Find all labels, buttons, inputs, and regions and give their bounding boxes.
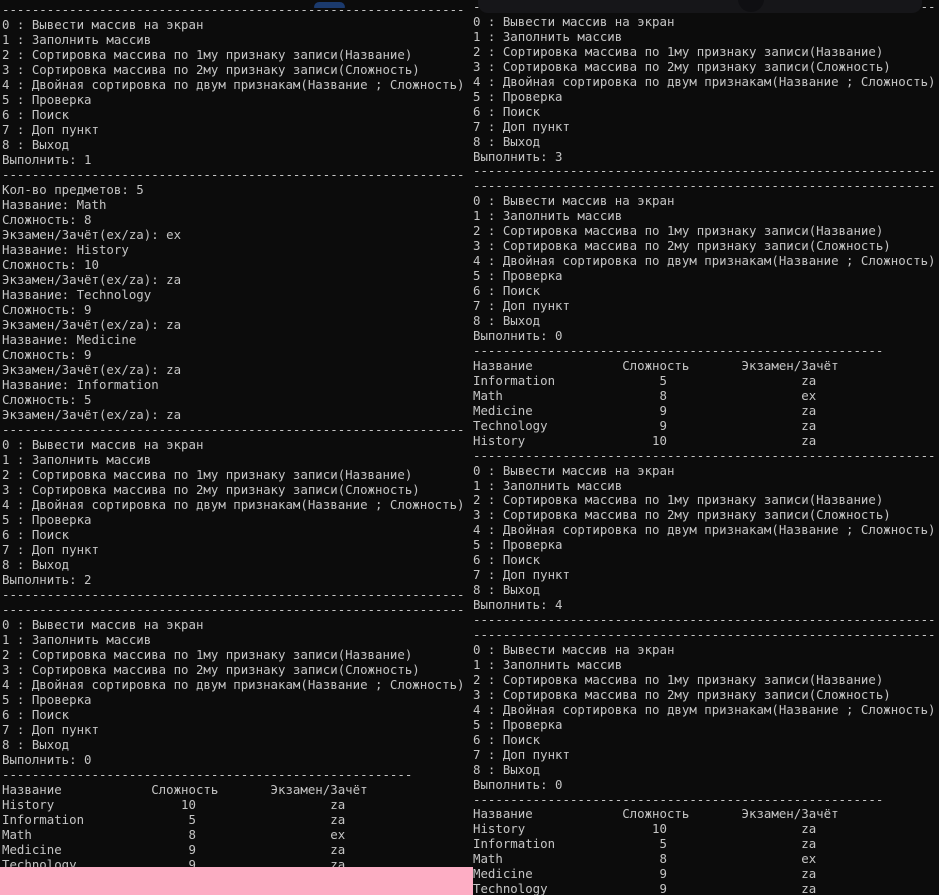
console-output-right: ----------------------------------------… [473, 0, 936, 895]
console-output-left: ----------------------------------------… [2, 2, 465, 872]
terminal-window: ----------------------------------------… [0, 0, 939, 895]
pink-highlight-overlay [0, 867, 473, 895]
window-shadow-artifact [478, 0, 922, 13]
overlay-blue-artifact [314, 2, 345, 8]
